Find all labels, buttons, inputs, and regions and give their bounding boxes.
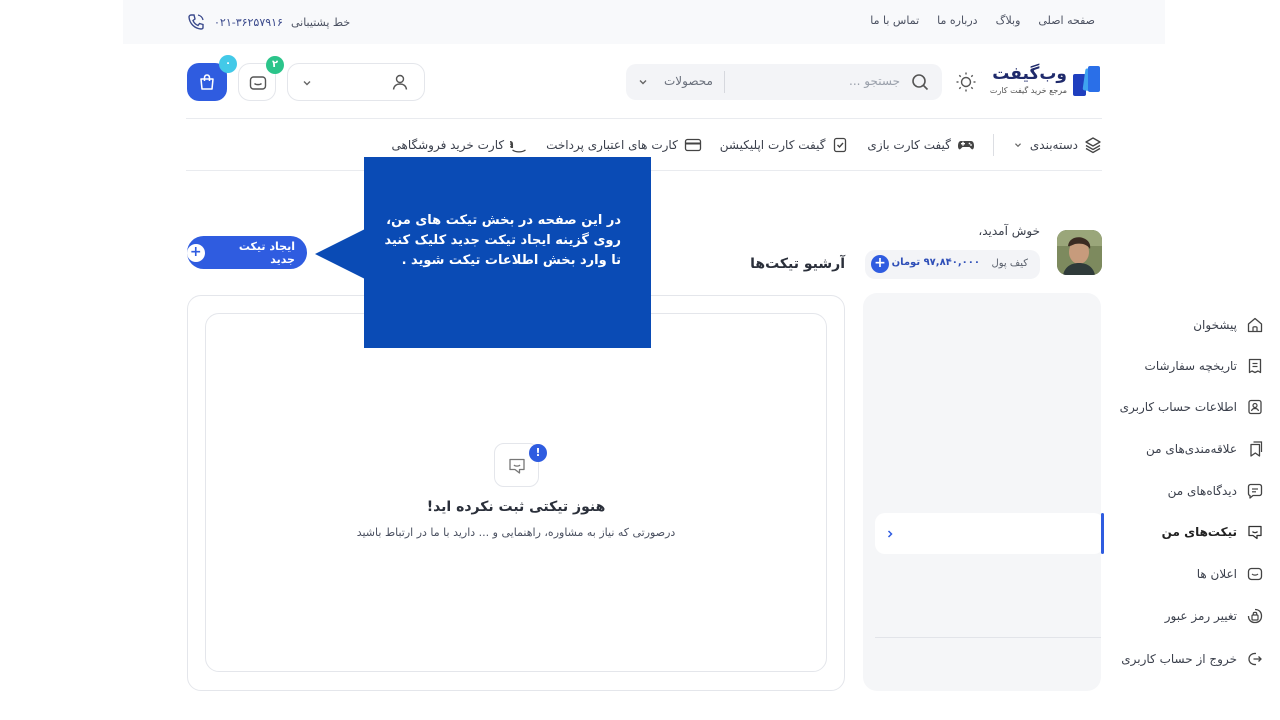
header-divider xyxy=(186,118,1102,119)
nav-item-label: کارت های اعتباری پرداخت xyxy=(546,138,678,152)
sidebar-item-favorites[interactable]: علاقه‌مندی‌های من xyxy=(1146,440,1264,458)
sidebar-item-label: تیکت‌های من xyxy=(1161,525,1237,539)
sidebar-active-indicator xyxy=(1101,513,1104,554)
site-logo[interactable]: وب‌گیفت مرجع خرید گیفت کارت xyxy=(987,64,1103,100)
top-link-about[interactable]: درباره ما xyxy=(937,14,977,27)
top-link-blog[interactable]: وبلاگ xyxy=(996,14,1021,27)
new-ticket-button[interactable]: ایجاد تیکت جدید + xyxy=(187,236,307,269)
password-icon xyxy=(1247,608,1263,624)
wallet-box: کیف پول ۹۷,۸۴۰,۰۰۰ تومان + xyxy=(865,250,1040,279)
wallet-label: کیف پول xyxy=(991,258,1028,269)
sidebar-item-tickets[interactable]: تیکت‌های من xyxy=(1162,523,1264,541)
credit-card-icon xyxy=(684,138,701,152)
sidebar-item-change-password[interactable]: تغییر رمز عبور xyxy=(1165,607,1264,625)
gamepad-icon xyxy=(957,141,974,150)
phone-icon xyxy=(186,12,206,32)
avatar xyxy=(1057,230,1102,275)
cart-count-badge: ۰ xyxy=(219,55,237,73)
wallet-value: ۹۷,۸۴۰,۰۰۰ تومان xyxy=(891,257,980,268)
home-icon xyxy=(1247,317,1263,333)
nav-item-app-gift-card[interactable]: گیفت کارت اپلیکیشن xyxy=(720,136,850,154)
chevron-down-icon xyxy=(639,80,647,85)
notification-icon xyxy=(1247,567,1263,581)
nav-item-payment-cards[interactable]: کارت های اعتباری پرداخت xyxy=(546,136,702,154)
logout-icon xyxy=(1248,652,1262,666)
top-links: صفحه اصلی وبلاگ درباره ما تماس با ما xyxy=(870,14,1095,27)
sidebar-item-orders[interactable]: تاریخچه سفارشات xyxy=(1145,357,1264,375)
sidebar-item-label: اعلان ها xyxy=(1196,567,1237,581)
tutorial-tooltip: در این صفحه در بخش تیکت های من، روی گزین… xyxy=(364,157,651,348)
chevron-down-icon xyxy=(1014,143,1021,148)
wallet-add-button[interactable]: + xyxy=(871,255,889,273)
nav-item-game-gift-card[interactable]: گیفت کارت بازی xyxy=(867,136,974,154)
page: صفحه اصلی وبلاگ درباره ما تماس با ما خط … xyxy=(0,0,1280,720)
new-ticket-label: ایجاد تیکت جدید xyxy=(238,239,295,266)
sidebar-item-label: تغییر رمز عبور xyxy=(1164,609,1237,623)
account-sidebar xyxy=(863,293,1101,691)
notification-count-badge: ۲ xyxy=(266,56,284,74)
message-icon xyxy=(249,76,267,90)
alert-badge: ! xyxy=(529,444,547,462)
support-number: ۰۲۱-۳۶۲۵۷۹۱۶ xyxy=(214,15,283,29)
nav-item-label: کارت خرید فروشگاهی xyxy=(391,138,505,152)
sidebar-item-comments[interactable]: دیدگاه‌های من xyxy=(1168,482,1264,500)
layers-icon xyxy=(1085,137,1101,154)
top-link-contact[interactable]: تماس با ما xyxy=(870,14,919,27)
tickets-empty-state xyxy=(205,313,827,672)
nav-divider xyxy=(992,134,994,156)
search-bar[interactable]: جستجو ... محصولات xyxy=(626,64,942,100)
sidebar-item-label: علاقه‌مندی‌های من xyxy=(1146,442,1237,456)
logo-mark-icon xyxy=(1073,66,1100,96)
sidebar-item-label: تاریخچه سفارشات xyxy=(1144,359,1237,373)
tooltip-arrow xyxy=(315,229,365,279)
nav-item-label: گیفت کارت بازی xyxy=(867,138,951,152)
shopping-bag-icon xyxy=(200,74,214,90)
user-icon xyxy=(392,74,408,90)
nav-categories[interactable]: دسته‌بندی xyxy=(1012,136,1102,154)
sidebar-divider xyxy=(875,637,1101,638)
top-link-home[interactable]: صفحه اصلی xyxy=(1038,14,1095,27)
welcome-text: خوش آمدید، xyxy=(978,224,1040,238)
account-dropdown[interactable] xyxy=(287,63,425,101)
page-title: آرشیو تیکت‌ها xyxy=(750,256,845,272)
sidebar-item-label: پیشخوان xyxy=(1193,318,1237,332)
user-card-icon xyxy=(1248,399,1262,415)
chevron-right-icon xyxy=(887,530,893,538)
support-line[interactable]: خط پشتیبانی ۰۲۱-۳۶۲۵۷۹۱۶ xyxy=(186,12,350,32)
nav-categories-label: دسته‌بندی xyxy=(1029,138,1078,152)
search-icon xyxy=(912,74,929,91)
comment-icon xyxy=(1247,483,1263,499)
svg-text:a: a xyxy=(510,137,514,151)
plus-icon: + xyxy=(187,243,205,262)
sidebar-item-dashboard[interactable]: پیشخوان xyxy=(1193,316,1264,334)
sidebar-item-label: خروج از حساب کاربری xyxy=(1121,652,1237,666)
search-divider xyxy=(724,71,725,93)
sidebar-active-highlight xyxy=(875,513,1104,554)
sidebar-item-label: دیدگاه‌های من xyxy=(1167,484,1237,498)
chevron-down-icon xyxy=(303,81,311,86)
bookmark-icon xyxy=(1250,441,1263,457)
logo-title: وب‌گیفت xyxy=(992,64,1067,84)
search-category-select[interactable]: محصولات xyxy=(664,74,713,88)
empty-state-description: درصورتی که نیاز به مشاوره، راهنمایی و ..… xyxy=(356,526,676,539)
sidebar-item-account-info[interactable]: اطلاعات حساب کاربری xyxy=(1120,398,1264,416)
nav-item-label: گیفت کارت اپلیکیشن xyxy=(719,138,826,152)
amazon-icon: a xyxy=(510,137,526,153)
ticket-support-icon xyxy=(1248,525,1262,540)
sidebar-item-label: اطلاعات حساب کاربری xyxy=(1119,400,1237,414)
empty-state-title: هنوز تیکتی ثبت نکرده اید! xyxy=(426,499,606,515)
sidebar-item-notifications[interactable]: اعلان ها xyxy=(1197,565,1264,583)
sidebar-item-logout[interactable]: خروج از حساب کاربری xyxy=(1121,650,1264,668)
app-check-icon xyxy=(834,137,847,153)
support-label: خط پشتیبانی xyxy=(290,15,351,29)
search-input[interactable]: جستجو ... xyxy=(849,74,900,88)
logo-subtitle: مرجع خرید گیفت کارت xyxy=(989,86,1067,95)
main-nav: دسته‌بندی گیفت کارت بازی گیفت کارت اپلیک… xyxy=(391,134,1102,156)
nav-item-store-cards[interactable]: a کارت خرید فروشگاهی xyxy=(391,136,528,154)
tooltip-text: در این صفحه در بخش تیکت های من، روی گزین… xyxy=(384,213,621,268)
receipt-icon xyxy=(1248,358,1262,374)
sun-icon[interactable] xyxy=(955,71,977,93)
